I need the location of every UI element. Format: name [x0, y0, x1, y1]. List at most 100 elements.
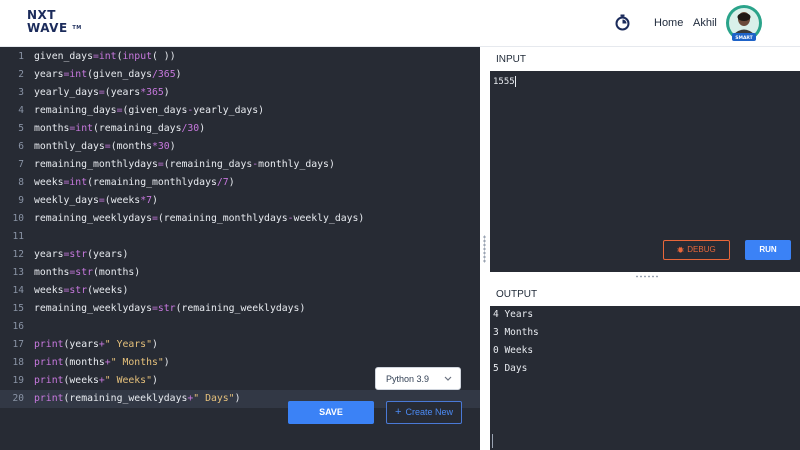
code-token: (remaining_monthlydays: [157, 213, 288, 224]
code-token: monthly_days: [34, 141, 105, 152]
horizontal-resize-handle[interactable]: [490, 272, 800, 282]
code-token: (given_days: [87, 69, 152, 80]
code-token: (remaining_weeklydays): [175, 303, 306, 314]
logo-line-2-text: WAVE: [27, 21, 68, 35]
input-value: 1555: [493, 76, 516, 87]
output-line: 5 Days: [493, 363, 528, 374]
code-token: str: [69, 249, 88, 260]
code-line[interactable]: 11: [0, 228, 480, 246]
timer-icon[interactable]: [614, 14, 631, 31]
debug-button[interactable]: DEBUG: [663, 240, 730, 260]
code-token: (remaining_monthlydays: [87, 177, 217, 188]
line-number: 8: [18, 177, 24, 188]
code-token: yearly_days: [34, 87, 99, 98]
output-line: 0 Weeks: [493, 345, 534, 356]
line-number: 20: [12, 393, 24, 404]
code-token: (given_days: [122, 105, 188, 116]
code-token: (years: [63, 339, 99, 350]
nav-user-name[interactable]: Akhil: [693, 17, 717, 29]
code-token: (weeks): [87, 285, 129, 296]
code-token: ): [151, 339, 158, 350]
code-token: 365: [146, 87, 164, 98]
run-button[interactable]: RUN: [745, 240, 791, 260]
line-number: 16: [12, 321, 24, 332]
code-line[interactable]: 4 remaining_days=(given_days-yearly_days): [0, 102, 480, 120]
code-line[interactable]: 2 years=int(given_days/365): [0, 66, 480, 84]
code-text: months=str(months): [34, 264, 140, 282]
top-header: NXT WAVE TM Home Akhil SMART: [0, 0, 800, 47]
code-token: ): [199, 123, 206, 134]
line-number: 6: [18, 141, 24, 152]
logo-line-2: WAVE TM: [27, 22, 87, 35]
vertical-resize-handle[interactable]: [480, 47, 490, 450]
line-number: 7: [18, 159, 24, 170]
code-line[interactable]: 14 weeks=str(weeks): [0, 282, 480, 300]
line-number: 18: [12, 357, 24, 368]
code-line[interactable]: 17 print(years+" Years"): [0, 336, 480, 354]
code-token: monthly_days): [258, 159, 335, 170]
code-token: months: [34, 267, 70, 278]
code-line[interactable]: 5 months=int(remaining_days/30): [0, 120, 480, 138]
input-textarea[interactable]: 1555 DEBUG RUN: [490, 71, 800, 272]
code-line[interactable]: 6 monthly_days=(months*30): [0, 138, 480, 156]
code-line[interactable]: 10 remaining_weeklydays=(remaining_monthl…: [0, 210, 480, 228]
code-text: print(months+" Months"): [34, 354, 170, 372]
code-line[interactable]: 15 remaining_weeklydays=str(remaining_wee…: [0, 300, 480, 318]
code-token: remaining_monthlydays: [34, 159, 158, 170]
line-number: 4: [18, 105, 24, 116]
code-line[interactable]: 7 remaining_monthlydays=(remaining_days-m…: [0, 156, 480, 174]
code-token: " Days": [193, 393, 235, 404]
code-token: ): [175, 69, 182, 80]
nav-home-link[interactable]: Home: [654, 17, 683, 29]
code-line[interactable]: 9 weekly_days=(weeks*7): [0, 192, 480, 210]
code-token: (remaining_weeklydays: [63, 393, 188, 404]
code-text: print(weeks+" Weeks"): [34, 372, 158, 390]
create-new-button[interactable]: + Create New: [386, 401, 462, 424]
language-select-value: Python 3.9: [386, 374, 430, 384]
code-token: print: [34, 393, 64, 404]
code-token: years: [34, 249, 64, 260]
text-caret: [514, 76, 516, 87]
code-line[interactable]: 8 weeks=int(remaining_monthlydays/7): [0, 174, 480, 192]
code-line[interactable]: 1 given_days=int(input( )): [0, 48, 480, 66]
save-button[interactable]: SAVE: [288, 401, 374, 424]
code-token: years: [34, 69, 64, 80]
code-text: years=str(years): [34, 246, 128, 264]
code-token: ): [169, 141, 176, 152]
code-token: (months: [110, 141, 152, 152]
code-token: print: [34, 339, 64, 350]
line-number: 11: [12, 231, 24, 242]
code-text: yearly_days=(years*365): [34, 84, 170, 102]
code-token: " Years": [104, 339, 152, 350]
output-console: 4 Years 3 Months 0 Weeks 5 Days: [490, 306, 800, 450]
input-panel-title: INPUT: [496, 54, 526, 65]
code-token: int: [75, 123, 93, 134]
code-token: remaining_days: [34, 105, 117, 116]
code-token: ): [152, 195, 158, 206]
code-line[interactable]: 16: [0, 318, 480, 336]
code-token: remaining_weeklydays: [34, 303, 152, 314]
chevron-down-icon: [444, 376, 452, 381]
code-text: weeks=int(remaining_monthlydays/7): [34, 174, 235, 192]
code-token: ): [234, 393, 241, 404]
language-select[interactable]: Python 3.9: [375, 367, 461, 390]
user-avatar[interactable]: SMART: [724, 4, 764, 44]
line-number: 10: [12, 213, 24, 224]
code-token: (years: [104, 87, 141, 98]
code-token: ( )): [152, 51, 176, 62]
code-line[interactable]: 13 months=str(months): [0, 264, 480, 282]
code-line[interactable]: 12 years=str(years): [0, 246, 480, 264]
code-line[interactable]: 3 yearly_days=(years*365): [0, 84, 480, 102]
code-text: print(remaining_weeklydays+" Days"): [34, 390, 240, 408]
code-token: str: [75, 267, 93, 278]
code-text: remaining_monthlydays=(remaining_days-mo…: [34, 156, 335, 174]
code-token: ): [228, 177, 235, 188]
create-new-label: Create New: [405, 407, 453, 417]
line-number: 9: [18, 195, 24, 206]
code-text: remaining_weeklydays=str(remaining_weekl…: [34, 300, 305, 318]
nxtwave-logo[interactable]: NXT WAVE TM: [27, 9, 87, 37]
code-token: weeks: [34, 177, 64, 188]
code-token: (weeks: [104, 195, 141, 206]
line-number: 15: [12, 303, 24, 314]
code-token: (years): [87, 249, 129, 260]
